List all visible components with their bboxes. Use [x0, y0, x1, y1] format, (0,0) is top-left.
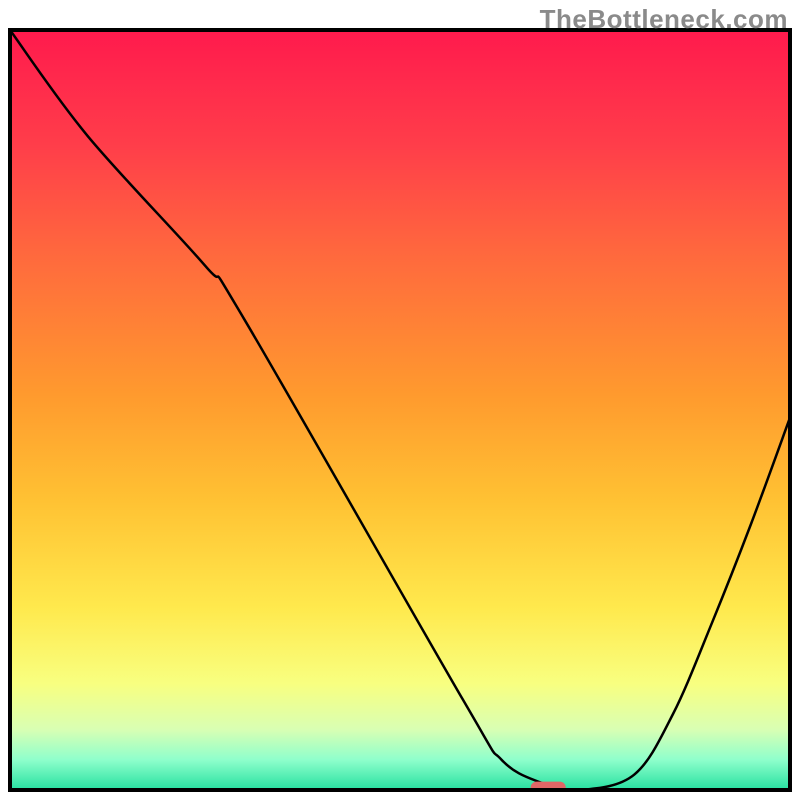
chart-background	[10, 30, 790, 790]
watermark-text: TheBottleneck.com	[540, 4, 788, 35]
chart-svg	[0, 0, 800, 800]
